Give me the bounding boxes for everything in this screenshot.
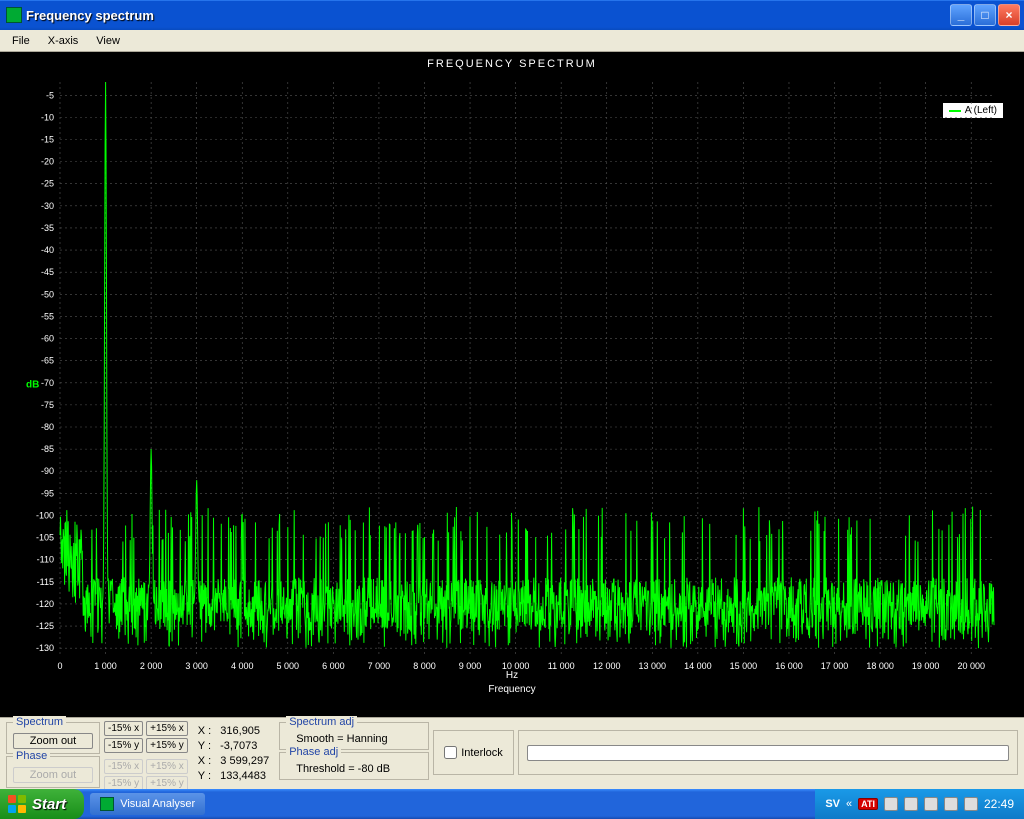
- phase-x-value: 3 599,297: [220, 755, 269, 767]
- progress-bar: [527, 745, 1009, 761]
- svg-text:-50: -50: [41, 289, 54, 299]
- smooth-value: Smooth = Hanning: [286, 733, 422, 745]
- menu-file[interactable]: File: [4, 33, 38, 49]
- window-title: Frequency spectrum: [26, 8, 950, 23]
- svg-text:-65: -65: [41, 356, 54, 366]
- spectrum-minus-15y-button[interactable]: -15% y: [104, 738, 143, 753]
- phase-y-value: 133,4483: [220, 770, 266, 782]
- svg-text:-60: -60: [41, 334, 54, 344]
- tray-icon-2[interactable]: [904, 797, 918, 811]
- spectrum-plus-15x-button[interactable]: +15% x: [146, 721, 188, 736]
- spec-y-label: Y :: [198, 740, 211, 752]
- svg-text:-10: -10: [41, 112, 54, 122]
- tray-icon-4[interactable]: [944, 797, 958, 811]
- phase-x-label: X :: [198, 755, 211, 767]
- close-button[interactable]: ×: [998, 4, 1020, 26]
- start-button[interactable]: Start: [0, 789, 84, 819]
- y-axis-label: dB: [26, 379, 39, 390]
- taskbar: Start Visual Analyser SV « ATI 22:49: [0, 789, 1024, 819]
- x-axis-unit: Hz: [0, 670, 1024, 681]
- svg-text:-70: -70: [41, 378, 54, 388]
- app-icon: [6, 7, 22, 23]
- svg-text:-55: -55: [41, 311, 54, 321]
- svg-text:-80: -80: [41, 422, 54, 432]
- maximize-button[interactable]: □: [974, 4, 996, 26]
- spec-x-label: X :: [198, 725, 211, 737]
- menu-view[interactable]: View: [88, 33, 128, 49]
- svg-text:-100: -100: [36, 510, 54, 520]
- tray-sv-badge[interactable]: SV: [825, 798, 840, 810]
- svg-text:-95: -95: [41, 488, 54, 498]
- tray-clock[interactable]: 22:49: [984, 797, 1014, 811]
- phase-adj-title: Phase adj: [286, 746, 341, 758]
- svg-text:-30: -30: [41, 201, 54, 211]
- spectrum-plot[interactable]: 01 0002 0003 0004 0005 0006 0007 0008 00…: [60, 82, 994, 657]
- chart-title: FREQUENCY SPECTRUM: [0, 58, 1024, 70]
- phase-zoom-out-button[interactable]: Zoom out: [13, 767, 93, 783]
- menu-xaxis[interactable]: X-axis: [40, 33, 87, 49]
- spec-y-value: -3,7073: [220, 740, 257, 752]
- svg-text:-130: -130: [36, 643, 54, 653]
- svg-text:-90: -90: [41, 466, 54, 476]
- svg-text:-15: -15: [41, 135, 54, 145]
- svg-text:-5: -5: [46, 90, 54, 100]
- tray-icon-5[interactable]: [964, 797, 978, 811]
- menubar: File X-axis View: [0, 30, 1024, 52]
- threshold-value: Threshold = -80 dB: [286, 763, 422, 775]
- spectrum-plus-15y-button[interactable]: +15% y: [146, 738, 188, 753]
- chart-panel: FREQUENCY SPECTRUM dB A (Left) 01 0002 0…: [0, 52, 1024, 717]
- spectrum-minus-15x-button[interactable]: -15% x: [104, 721, 143, 736]
- spec-x-value: 316,905: [220, 725, 260, 737]
- phase-group-title: Phase: [13, 750, 50, 762]
- titlebar: Frequency spectrum _ □ ×: [0, 0, 1024, 30]
- taskbar-item-visual-analyser[interactable]: Visual Analyser: [90, 793, 205, 815]
- spectrum-adj-title: Spectrum adj: [286, 716, 357, 728]
- interlock-label: Interlock: [461, 747, 503, 759]
- phase-group: Phase Zoom out: [6, 756, 100, 788]
- svg-text:-105: -105: [36, 533, 54, 543]
- svg-text:-75: -75: [41, 400, 54, 410]
- svg-text:-120: -120: [36, 599, 54, 609]
- svg-text:-45: -45: [41, 267, 54, 277]
- svg-text:-115: -115: [37, 577, 54, 587]
- svg-text:-35: -35: [41, 223, 54, 233]
- window-buttons: _ □ ×: [950, 4, 1020, 26]
- start-label: Start: [32, 796, 66, 813]
- phase-adj-group: Phase adj Threshold = -80 dB: [279, 752, 429, 780]
- svg-text:-125: -125: [36, 621, 54, 631]
- phase-y-label: Y :: [198, 770, 211, 782]
- system-tray: SV « ATI 22:49: [815, 789, 1024, 819]
- svg-text:-20: -20: [41, 157, 54, 167]
- windows-logo-icon: [8, 795, 26, 813]
- interlock-checkbox[interactable]: [444, 746, 457, 759]
- svg-text:-40: -40: [41, 245, 54, 255]
- interlock-group: Interlock: [433, 730, 514, 775]
- phase-minus-15x-button[interactable]: -15% x: [104, 759, 143, 774]
- task-app-icon: [100, 797, 114, 811]
- controls-row: Spectrum Zoom out Phase Zoom out -15% x …: [0, 717, 1024, 789]
- tray-icon-1[interactable]: [884, 797, 898, 811]
- svg-text:-110: -110: [37, 555, 54, 565]
- phase-plus-15x-button[interactable]: +15% x: [146, 759, 188, 774]
- tray-icon-3[interactable]: [924, 797, 938, 811]
- tray-separator-icon: «: [846, 798, 852, 810]
- tray-ati-icon[interactable]: ATI: [858, 798, 878, 810]
- progress-group: [518, 730, 1018, 775]
- svg-text:-25: -25: [41, 179, 54, 189]
- minimize-button[interactable]: _: [950, 4, 972, 26]
- x-axis-label: Frequency: [0, 684, 1024, 695]
- spectrum-zoom-buttons: -15% x +15% x -15% y +15% y -15% x +15% …: [104, 722, 188, 785]
- task-label: Visual Analyser: [120, 798, 195, 810]
- spectrum-group-title: Spectrum: [13, 716, 66, 728]
- svg-text:-85: -85: [41, 444, 54, 454]
- spectrum-zoom-out-button[interactable]: Zoom out: [13, 733, 93, 749]
